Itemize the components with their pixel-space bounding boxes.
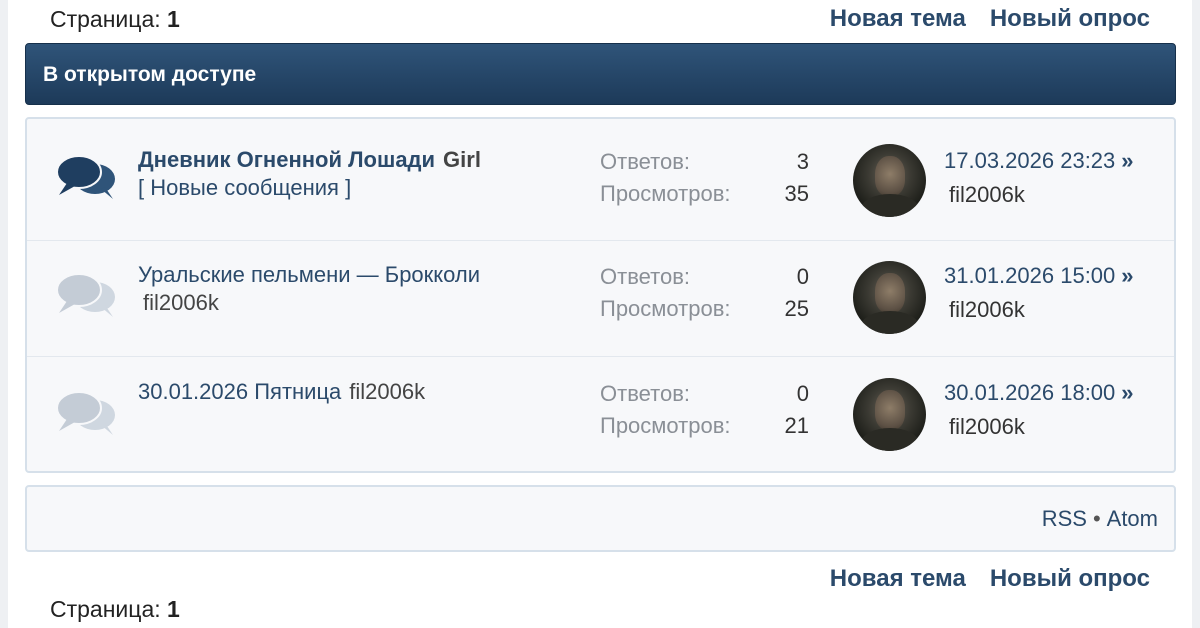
thread-title-link[interactable]: Уральские пельмени — Брокколи <box>138 262 480 287</box>
category-header: В открытом доступе <box>25 43 1176 105</box>
thread-actions-top: Новая тема Новый опрос <box>830 5 1150 33</box>
avatar[interactable] <box>853 378 926 451</box>
thread-sub-line: fil2006k <box>138 290 219 316</box>
views-count: 35 <box>784 181 809 206</box>
new-thread-button[interactable]: Новая тема <box>830 565 966 593</box>
pager-bottom: Страница: 1 <box>50 596 180 623</box>
new-poll-button[interactable]: Новый опрос <box>990 5 1150 33</box>
atom-link[interactable]: Atom <box>1107 506 1158 531</box>
thread-row: Дневник Огненной Лошади Girl [ Новые сооб… <box>27 119 1174 236</box>
new-thread-button[interactable]: Новая тема <box>830 5 966 33</box>
go-to-last-post-icon[interactable]: » <box>1121 380 1133 405</box>
last-post-date: 17.03.2026 23:23» <box>944 148 1134 174</box>
replies-count: 0 <box>796 264 809 289</box>
pager-label: Страница: <box>50 596 161 622</box>
thread-author[interactable]: fil2006k <box>143 290 219 315</box>
category-title[interactable]: В открытом доступе <box>43 63 256 86</box>
thread-title-line: 30.01.2026 Пятница fil2006k <box>138 379 425 405</box>
last-post-date-text[interactable]: 17.03.2026 23:23 <box>944 148 1115 173</box>
avatar[interactable] <box>853 144 926 217</box>
last-post-date: 31.01.2026 15:00» <box>944 263 1134 289</box>
pager-current[interactable]: 1 <box>167 6 180 32</box>
page: Страница: 1 Новая тема Новый опрос В отк… <box>8 0 1192 628</box>
avatar[interactable] <box>853 261 926 334</box>
replies-label: Ответов: <box>600 381 690 406</box>
views-count: 21 <box>784 413 809 438</box>
new-messages-link[interactable]: [ Новые сообщения ] <box>138 175 351 200</box>
last-post-date-text[interactable]: 31.01.2026 15:00 <box>944 263 1115 288</box>
go-to-last-post-icon[interactable]: » <box>1121 148 1133 173</box>
last-post-user[interactable]: fil2006k <box>949 297 1025 323</box>
views-count: 25 <box>784 296 809 321</box>
thread-author[interactable]: Girl <box>443 147 481 172</box>
views-label: Просмотров: <box>600 413 731 438</box>
thread-title-line: Уральские пельмени — Брокколи <box>138 262 480 288</box>
replies-count: 0 <box>796 381 809 406</box>
last-post-date: 30.01.2026 18:00» <box>944 380 1134 406</box>
thread-title-link[interactable]: Дневник Огненной Лошади <box>138 147 435 172</box>
pager-top: Страница: 1 <box>50 6 180 33</box>
new-poll-button[interactable]: Новый опрос <box>990 565 1150 593</box>
views-label: Просмотров: <box>600 181 731 206</box>
views-label: Просмотров: <box>600 296 731 321</box>
thread-sub-line: [ Новые сообщения ] <box>138 175 351 201</box>
thread-row: 30.01.2026 Пятница fil2006k Ответов: 0 Пр… <box>27 356 1174 473</box>
last-post-user[interactable]: fil2006k <box>949 182 1025 208</box>
go-to-last-post-icon[interactable]: » <box>1121 263 1133 288</box>
last-post-date-text[interactable]: 30.01.2026 18:00 <box>944 380 1115 405</box>
speech-bubbles-icon <box>56 391 115 435</box>
replies-label: Ответов: <box>600 264 690 289</box>
thread-actions-bottom: Новая тема Новый опрос <box>830 565 1150 593</box>
speech-bubbles-icon <box>56 273 115 317</box>
pager-label: Страница: <box>50 6 161 32</box>
replies-label: Ответов: <box>600 149 690 174</box>
thread-row: Уральские пельмени — Брокколи fil2006k О… <box>27 240 1174 357</box>
pager-current[interactable]: 1 <box>167 596 180 622</box>
rss-link[interactable]: RSS <box>1042 506 1087 531</box>
replies-count: 3 <box>796 149 809 174</box>
thread-list: Дневник Огненной Лошади Girl [ Новые сооб… <box>25 117 1176 473</box>
feeds-box: RSS • Atom <box>25 485 1176 552</box>
thread-title-link[interactable]: 30.01.2026 Пятница <box>138 379 341 404</box>
last-post-user[interactable]: fil2006k <box>949 414 1025 440</box>
thread-author[interactable]: fil2006k <box>349 379 425 404</box>
thread-title-line: Дневник Огненной Лошади Girl <box>138 147 481 173</box>
feed-separator: • <box>1092 506 1101 531</box>
speech-bubbles-icon <box>56 155 115 199</box>
feed-links: RSS • Atom <box>1042 506 1158 532</box>
